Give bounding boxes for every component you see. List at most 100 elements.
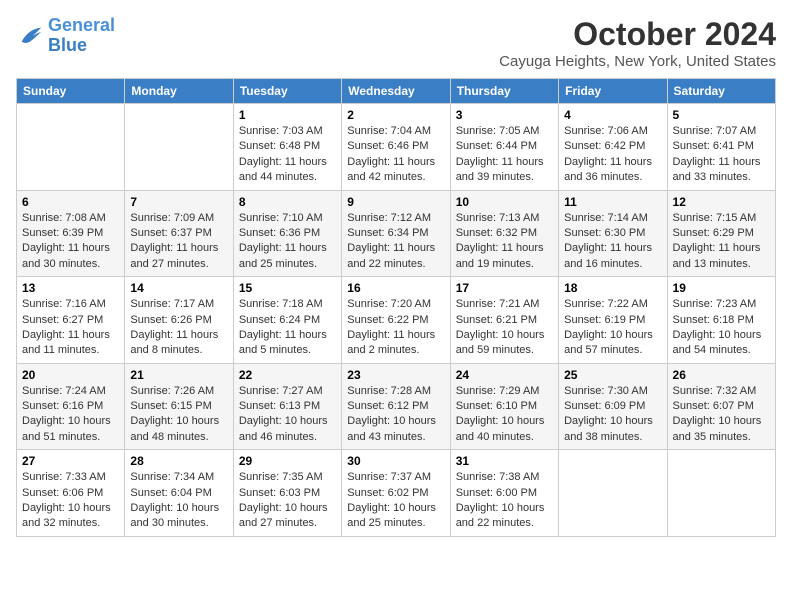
day-number: 12 <box>673 195 770 209</box>
day-number: 3 <box>456 108 553 122</box>
calendar-cell: 6 Sunrise: 7:08 AM Sunset: 6:39 PM Daylig… <box>17 190 125 277</box>
day-info: Sunrise: 7:35 AM Sunset: 6:03 PM Dayligh… <box>239 470 336 532</box>
logo-bird-icon <box>16 22 44 50</box>
day-info: Sunrise: 7:07 AM Sunset: 6:41 PM Dayligh… <box>673 124 770 186</box>
weekday-header: Monday <box>125 79 233 104</box>
calendar-cell: 2 Sunrise: 7:04 AM Sunset: 6:46 PM Daylig… <box>342 104 450 191</box>
calendar-cell: 7 Sunrise: 7:09 AM Sunset: 6:37 PM Daylig… <box>125 190 233 277</box>
day-number: 24 <box>456 368 553 382</box>
day-info: Sunrise: 7:06 AM Sunset: 6:42 PM Dayligh… <box>564 124 661 186</box>
calendar-cell: 18 Sunrise: 7:22 AM Sunset: 6:19 PM Dayli… <box>559 277 667 364</box>
location-title: Cayuga Heights, New York, United States <box>499 53 776 70</box>
weekday-header: Tuesday <box>233 79 341 104</box>
day-number: 13 <box>22 281 119 295</box>
calendar-week-row: 20Sunrise: 7:24 AM Sunset: 6:16 PM Dayli… <box>17 363 776 450</box>
day-info: Sunrise: 7:29 AM Sunset: 6:10 PM Dayligh… <box>456 384 553 446</box>
calendar-cell: 11Sunrise: 7:14 AM Sunset: 6:30 PM Dayli… <box>559 190 667 277</box>
day-number: 30 <box>347 454 444 468</box>
day-info: Sunrise: 7:30 AM Sunset: 6:09 PM Dayligh… <box>564 384 661 446</box>
day-number: 26 <box>673 368 770 382</box>
day-info: Sunrise: 7:26 AM Sunset: 6:15 PM Dayligh… <box>130 384 227 446</box>
calendar-week-row: 27 Sunrise: 7:33 AM Sunset: 6:06 PM Dayli… <box>17 450 776 537</box>
calendar-cell: 28 Sunrise: 7:34 AM Sunset: 6:04 PM Dayli… <box>125 450 233 537</box>
day-number: 7 <box>130 195 227 209</box>
day-number: 17 <box>456 281 553 295</box>
day-number: 6 <box>22 195 119 209</box>
day-number: 9 <box>347 195 444 209</box>
calendar-cell: 20Sunrise: 7:24 AM Sunset: 6:16 PM Dayli… <box>17 363 125 450</box>
day-number: 20 <box>22 368 119 382</box>
day-info: Sunrise: 7:16 AM Sunset: 6:27 PM Dayligh… <box>22 297 119 359</box>
calendar-week-row: 13 Sunrise: 7:16 AM Sunset: 6:27 PM Dayli… <box>17 277 776 364</box>
day-number: 15 <box>239 281 336 295</box>
calendar-cell: 8Sunrise: 7:10 AM Sunset: 6:36 PM Daylig… <box>233 190 341 277</box>
day-info: Sunrise: 7:33 AM Sunset: 6:06 PM Dayligh… <box>22 470 119 532</box>
calendar-header: SundayMondayTuesdayWednesdayThursdayFrid… <box>17 79 776 104</box>
day-number: 10 <box>456 195 553 209</box>
day-number: 16 <box>347 281 444 295</box>
calendar-cell: 12Sunrise: 7:15 AM Sunset: 6:29 PM Dayli… <box>667 190 775 277</box>
day-info: Sunrise: 7:27 AM Sunset: 6:13 PM Dayligh… <box>239 384 336 446</box>
day-number: 31 <box>456 454 553 468</box>
day-number: 11 <box>564 195 661 209</box>
calendar-cell: 4Sunrise: 7:06 AM Sunset: 6:42 PM Daylig… <box>559 104 667 191</box>
calendar-cell: 5 Sunrise: 7:07 AM Sunset: 6:41 PM Daylig… <box>667 104 775 191</box>
day-number: 25 <box>564 368 661 382</box>
day-info: Sunrise: 7:21 AM Sunset: 6:21 PM Dayligh… <box>456 297 553 359</box>
calendar-cell <box>125 104 233 191</box>
calendar-body: 1Sunrise: 7:03 AM Sunset: 6:48 PM Daylig… <box>17 104 776 537</box>
calendar-cell: 31 Sunrise: 7:38 AM Sunset: 6:00 PM Dayli… <box>450 450 558 537</box>
calendar-cell <box>667 450 775 537</box>
day-number: 22 <box>239 368 336 382</box>
day-info: Sunrise: 7:37 AM Sunset: 6:02 PM Dayligh… <box>347 470 444 532</box>
calendar-cell: 26Sunrise: 7:32 AM Sunset: 6:07 PM Dayli… <box>667 363 775 450</box>
page-header: General Blue October 2024 Cayuga Heights… <box>16 16 776 70</box>
weekday-header: Sunday <box>17 79 125 104</box>
calendar-cell: 27 Sunrise: 7:33 AM Sunset: 6:06 PM Dayli… <box>17 450 125 537</box>
weekday-header: Friday <box>559 79 667 104</box>
weekday-header: Saturday <box>667 79 775 104</box>
day-number: 23 <box>347 368 444 382</box>
calendar-cell <box>17 104 125 191</box>
day-number: 14 <box>130 281 227 295</box>
day-info: Sunrise: 7:20 AM Sunset: 6:22 PM Dayligh… <box>347 297 444 359</box>
calendar-table: SundayMondayTuesdayWednesdayThursdayFrid… <box>16 78 776 537</box>
day-info: Sunrise: 7:18 AM Sunset: 6:24 PM Dayligh… <box>239 297 336 359</box>
calendar-cell: 25 Sunrise: 7:30 AM Sunset: 6:09 PM Dayli… <box>559 363 667 450</box>
logo-text: General Blue <box>48 16 115 56</box>
logo: General Blue <box>16 16 115 56</box>
day-info: Sunrise: 7:08 AM Sunset: 6:39 PM Dayligh… <box>22 211 119 273</box>
calendar-cell: 30 Sunrise: 7:37 AM Sunset: 6:02 PM Dayli… <box>342 450 450 537</box>
day-number: 29 <box>239 454 336 468</box>
day-number: 18 <box>564 281 661 295</box>
calendar-cell: 9Sunrise: 7:12 AM Sunset: 6:34 PM Daylig… <box>342 190 450 277</box>
day-info: Sunrise: 7:34 AM Sunset: 6:04 PM Dayligh… <box>130 470 227 532</box>
day-info: Sunrise: 7:17 AM Sunset: 6:26 PM Dayligh… <box>130 297 227 359</box>
day-info: Sunrise: 7:38 AM Sunset: 6:00 PM Dayligh… <box>456 470 553 532</box>
calendar-cell: 13 Sunrise: 7:16 AM Sunset: 6:27 PM Dayli… <box>17 277 125 364</box>
day-number: 19 <box>673 281 770 295</box>
day-number: 27 <box>22 454 119 468</box>
calendar-week-row: 1Sunrise: 7:03 AM Sunset: 6:48 PM Daylig… <box>17 104 776 191</box>
day-info: Sunrise: 7:05 AM Sunset: 6:44 PM Dayligh… <box>456 124 553 186</box>
weekday-header: Wednesday <box>342 79 450 104</box>
day-info: Sunrise: 7:23 AM Sunset: 6:18 PM Dayligh… <box>673 297 770 359</box>
day-number: 28 <box>130 454 227 468</box>
calendar-cell: 22 Sunrise: 7:27 AM Sunset: 6:13 PM Dayli… <box>233 363 341 450</box>
calendar-cell: 21 Sunrise: 7:26 AM Sunset: 6:15 PM Dayli… <box>125 363 233 450</box>
calendar-week-row: 6 Sunrise: 7:08 AM Sunset: 6:39 PM Daylig… <box>17 190 776 277</box>
calendar-cell: 23Sunrise: 7:28 AM Sunset: 6:12 PM Dayli… <box>342 363 450 450</box>
weekday-header: Thursday <box>450 79 558 104</box>
day-number: 2 <box>347 108 444 122</box>
day-info: Sunrise: 7:04 AM Sunset: 6:46 PM Dayligh… <box>347 124 444 186</box>
calendar-cell: 10Sunrise: 7:13 AM Sunset: 6:32 PM Dayli… <box>450 190 558 277</box>
day-info: Sunrise: 7:09 AM Sunset: 6:37 PM Dayligh… <box>130 211 227 273</box>
calendar-cell: 16 Sunrise: 7:20 AM Sunset: 6:22 PM Dayli… <box>342 277 450 364</box>
day-number: 1 <box>239 108 336 122</box>
day-number: 5 <box>673 108 770 122</box>
calendar-cell: 19 Sunrise: 7:23 AM Sunset: 6:18 PM Dayli… <box>667 277 775 364</box>
day-info: Sunrise: 7:10 AM Sunset: 6:36 PM Dayligh… <box>239 211 336 273</box>
title-block: October 2024 Cayuga Heights, New York, U… <box>499 16 776 70</box>
day-number: 21 <box>130 368 227 382</box>
day-info: Sunrise: 7:22 AM Sunset: 6:19 PM Dayligh… <box>564 297 661 359</box>
